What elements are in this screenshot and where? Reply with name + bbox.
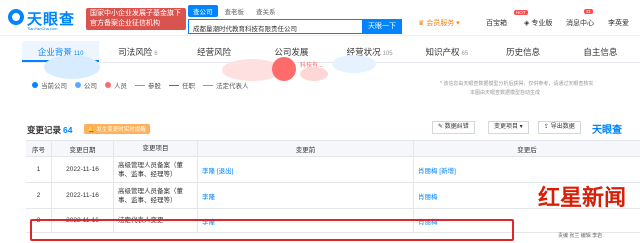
row-item: 高级管理人员备案（董事、监事、经理等） — [114, 183, 198, 208]
logo-subtext: TianYanCha.com — [27, 26, 58, 31]
change-log-label: 变更记录 — [27, 125, 62, 135]
row-seq: 2 — [26, 183, 52, 208]
tab-intellectual-property[interactable]: 知识产权 65 — [408, 41, 485, 62]
graph-disclaimer: * 该信息由天眼查数据模型分析后获得，仅供参考，请通过天眼查核实 — [440, 81, 594, 87]
legend-person: 人员 — [105, 80, 127, 90]
banner-line-2: 官方备案企业征信机构 — [90, 20, 160, 27]
tab-label: 知识产权 — [425, 47, 460, 57]
data-correction-button[interactable]: ✎ 数据纠错 — [432, 121, 475, 134]
search-tab-company[interactable]: 查公司 — [188, 5, 218, 17]
tab-label: 公司发展 — [274, 47, 309, 57]
watermark-title: 红星新闻 — [538, 185, 627, 211]
search-tab-boss[interactable]: 查老板 — [220, 5, 250, 17]
col-before: 变更前 — [198, 141, 414, 156]
export-data-button[interactable]: ⇪ 导出数据 — [538, 121, 581, 134]
hot-badge: HOT — [514, 10, 528, 15]
legend-shareholding: 参股 — [135, 80, 161, 90]
crown-icon: ♛ — [418, 20, 425, 27]
hongxing-news-watermark: 红星新闻 责编 张兰 编辑 李岩 — [538, 180, 634, 240]
col-date: 变更日期 — [52, 141, 114, 156]
highlight-box — [30, 219, 514, 241]
top-header: 天眼查 TianYanCha.com 国家中小企业发展子基金旗下 官方备案企业征… — [0, 0, 640, 36]
credential-banner: 国家中小企业发展子基金旗下 官方备案企业征信机构 — [86, 8, 186, 30]
banner-line-1: 国家中小企业发展子基金旗下 — [90, 10, 181, 17]
pro-version-link[interactable]: ◈ 专业版 — [524, 18, 552, 28]
tab-count: 6 — [154, 51, 158, 57]
row-before-link[interactable]: 李隆 — [198, 183, 414, 208]
toolbox-link[interactable]: 百宝箱 — [486, 18, 507, 28]
message-center-link[interactable]: 消息中心 — [566, 18, 594, 28]
graph-node-bubble — [332, 55, 376, 73]
tab-company-development[interactable]: 公司发展 — [254, 41, 331, 62]
pro-icon: ◈ — [524, 20, 530, 27]
tab-self-info[interactable]: 自主信息 — [563, 41, 640, 62]
member-service-label: 会员服务 — [426, 20, 455, 27]
company-section-tabs: 企业背景 110 司法风险 6 经营风险 公司发展 经营状况 105 知识产权 65 历… — [22, 41, 640, 63]
row-date: 2022-11-16 — [52, 157, 114, 182]
tab-count: 105 — [382, 51, 393, 57]
row-item: 高级管理人员备案（董事、监事、经理等） — [114, 157, 198, 182]
graph-node-bubble — [272, 57, 296, 81]
tianyancha-brand-logo: 天眼查 — [592, 125, 622, 136]
row-seq: 1 — [26, 157, 52, 182]
search-tab-relation[interactable]: 查关系 — [251, 5, 281, 17]
graph-node-bubble — [44, 55, 100, 79]
col-item: 变更项目 — [114, 141, 198, 156]
change-log-count: 64 — [63, 125, 73, 135]
row-date: 2022-11-16 — [52, 183, 114, 208]
search-button[interactable]: 天眼一下 — [362, 19, 402, 34]
message-count-badge: 11 — [584, 9, 593, 14]
data-correction-label: 数据纠错 — [444, 124, 469, 130]
legend-position: 任职 — [169, 80, 195, 90]
pro-label: 专业版 — [531, 20, 553, 27]
change-item-filter[interactable]: 变更项目 ▾ — [488, 121, 529, 134]
edit-icon: ✎ — [438, 124, 444, 130]
legend-legal-rep: 法定代表人 — [203, 80, 249, 90]
tab-label: 经营风险 — [197, 47, 232, 57]
col-seq: 序号 — [26, 141, 52, 156]
tab-label: 历史信息 — [506, 47, 541, 57]
export-icon: ⇪ — [544, 124, 550, 130]
tab-label: 司法风险 — [118, 47, 153, 57]
graph-legend: 当前公司 公司 人员 参股 任职 法定代表人 — [32, 80, 249, 90]
row-after-link[interactable]: 肖丽梅 [新增] — [414, 157, 640, 182]
tab-count: 65 — [461, 51, 469, 57]
tab-label: 自主信息 — [583, 47, 618, 57]
tab-judicial-risk[interactable]: 司法风险 6 — [99, 41, 176, 62]
change-alert-label: 发生变更时实时提醒 — [96, 127, 146, 133]
legend-company: 公司 — [75, 80, 97, 90]
bell-icon: 🔔 — [88, 127, 95, 133]
search-input[interactable]: 成都量潮时代教育科技有限责任公司 — [188, 19, 364, 34]
user-name-link[interactable]: 李英爱 — [608, 18, 629, 28]
graph-node-bubble — [300, 67, 328, 81]
tianyancha-logo-icon[interactable] — [8, 9, 24, 25]
member-service-link[interactable]: ♛ 会员服务 ▾ — [418, 18, 460, 28]
legend-current-company: 当前公司 — [32, 80, 67, 90]
export-data-label: 导出数据 — [550, 124, 575, 130]
watermark-credit: 责编 张兰 编辑 李岩 — [558, 233, 603, 239]
table-header-row: 序号 变更日期 变更项目 变更前 变更后 — [26, 141, 640, 157]
tab-history[interactable]: 历史信息 — [486, 41, 563, 62]
change-alert-button[interactable]: 🔔 发生变更时实时提醒 — [84, 124, 150, 134]
col-after: 变更后 — [517, 146, 537, 154]
row-before-link[interactable]: 李隆 [退出] — [198, 157, 414, 182]
graph-disclaimer-2: 本图由天眼查数据模型自动生成 — [470, 90, 541, 96]
search-type-tabs: 查公司 查老板 查关系 — [188, 5, 281, 17]
change-log-title: 变更记录 64 — [27, 124, 72, 136]
